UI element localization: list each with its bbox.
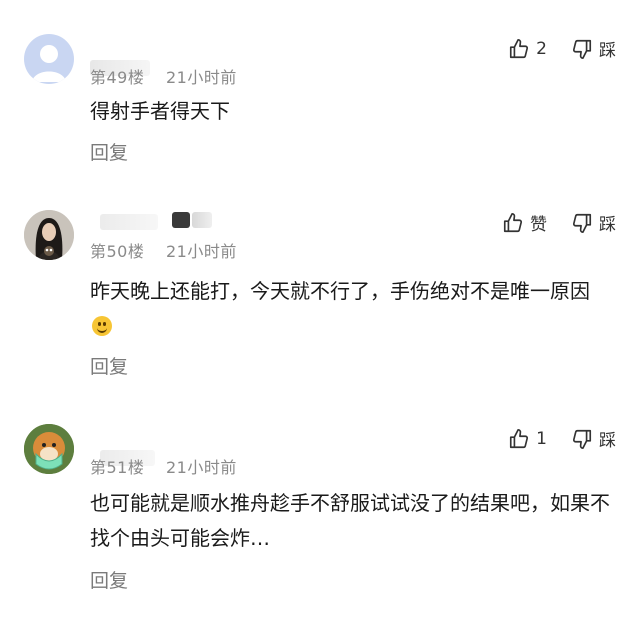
reply-button[interactable]: 回复 (90, 566, 128, 593)
dislike-label: 踩 (599, 215, 616, 235)
comment-text: 也可能就是顺水推舟趁手不舒服试试没了的结果吧，如果不找个由头可能会炸… (90, 491, 610, 550)
comment-actions: 赞 踩 (502, 210, 616, 235)
comment-time: 21小时前 (165, 68, 237, 87)
comment-actions: 2 踩 (508, 36, 616, 61)
dislike-label: 踩 (599, 41, 616, 61)
comment-text: 昨天晚上还能打，今天就不行了，手伤绝对不是唯一原因 (90, 274, 610, 344)
thumbs-down-icon (572, 39, 592, 59)
thumbs-down-icon (572, 429, 592, 449)
comment-item: 第51楼 21小时前 1 踩 也可能就是顺水推舟趁手不舒服试试没了的结果吧，如果… (0, 410, 640, 617)
comment-meta: 第51楼 21小时前 (90, 454, 237, 478)
avatar[interactable] (24, 424, 74, 474)
like-count: 1 (536, 428, 547, 449)
floor-number: 第51楼 (90, 458, 145, 477)
like-button[interactable]: 赞 (502, 210, 547, 235)
floor-number: 第49楼 (90, 68, 145, 87)
like-label: 赞 (530, 215, 547, 235)
comment-text: 得射手者得天下 (90, 99, 230, 123)
comment-time: 21小时前 (165, 458, 237, 477)
thumbs-up-icon (503, 212, 523, 232)
username-redacted (100, 214, 158, 230)
comment-text-body: 昨天晚上还能打，今天就不行了，手伤绝对不是唯一原因 (90, 279, 590, 303)
reply-button[interactable]: 回复 (90, 352, 128, 379)
smile-emoji-icon (92, 316, 112, 336)
avatar[interactable] (24, 34, 74, 84)
comment-meta: 第49楼 21小时前 (90, 64, 237, 88)
comment-time: 21小时前 (165, 242, 237, 261)
dislike-button[interactable]: 踩 (571, 36, 616, 61)
thumbs-up-icon (510, 428, 529, 448)
like-button[interactable]: 2 (508, 38, 547, 60)
comment-item: 第50楼 21小时前 赞 踩 昨天晚上还能打，今天就不行了，手伤绝对不是唯一原因… (0, 190, 640, 410)
reply-button[interactable]: 回复 (90, 138, 128, 165)
like-count: 2 (536, 38, 547, 59)
comment-meta: 第50楼 21小时前 (90, 238, 237, 262)
dislike-button[interactable]: 踩 (571, 426, 616, 451)
thumbs-up-icon (510, 38, 529, 58)
like-button[interactable]: 1 (508, 428, 547, 450)
floor-number: 第50楼 (90, 242, 145, 261)
dislike-button[interactable]: 踩 (571, 210, 616, 235)
comment-actions: 1 踩 (508, 426, 616, 451)
username-redacted-part (192, 212, 212, 228)
username-redacted-part (172, 212, 190, 228)
thumbs-down-icon (572, 213, 592, 233)
comment-item: 第49楼 21小时前 2 踩 得射手者得天下 回复 (0, 0, 640, 190)
avatar[interactable] (24, 210, 74, 260)
dislike-label: 踩 (599, 431, 616, 451)
